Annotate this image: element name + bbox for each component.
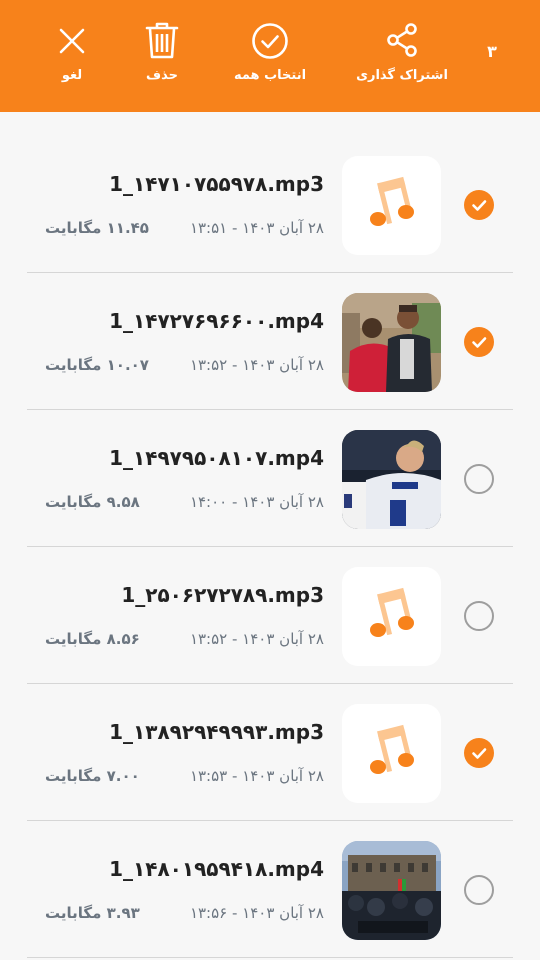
file-name: 1_۱۳۸۹۲۹۴۹۹۹۳.mp3 (109, 720, 324, 744)
file-size: ۸.۵۶ مگابایت (45, 630, 140, 648)
checkmark-icon (472, 337, 487, 348)
file-thumbnail (342, 293, 441, 392)
check-circle-icon (252, 23, 288, 59)
file-row[interactable]: 1_۱۴۷۱۰۷۵۵۹۷۸.mp3 ۲۸ آبان ۱۴۰۳ - ۱۳:۵۱ ۱… (27, 136, 513, 273)
selection-checkbox[interactable] (464, 738, 494, 768)
selection-checkbox[interactable] (464, 190, 494, 220)
trash-icon (145, 22, 179, 59)
file-date: ۲۸ آبان ۱۴۰۳ - ۱۴:۰۰ (189, 493, 324, 511)
selection-checkbox[interactable] (464, 327, 494, 357)
select-all-button[interactable]: انتخاب همه (228, 20, 312, 92)
share-icon (387, 23, 417, 57)
file-list: 1_۱۴۷۱۰۷۵۵۹۷۸.mp3 ۲۸ آبان ۱۴۰۳ - ۱۳:۵۱ ۱… (27, 136, 513, 958)
file-name: 1_۲۵۰۶۲۷۲۷۸۹.mp3 (121, 583, 324, 607)
music-icon (370, 176, 414, 226)
file-thumbnail (342, 841, 441, 940)
file-name: 1_۱۴۸۰۱۹۵۹۴۱۸.mp4 (109, 857, 324, 881)
select-all-label: انتخاب همه (233, 68, 307, 83)
close-icon (59, 28, 85, 54)
selection-checkbox[interactable] (464, 875, 494, 905)
music-icon (370, 724, 414, 774)
file-date: ۲۸ آبان ۱۴۰۳ - ۱۳:۵۶ (189, 904, 324, 922)
video-thumbnail-image (342, 293, 441, 392)
file-thumbnail (342, 704, 441, 803)
share-label: اشتراک گذاری (356, 68, 448, 83)
file-size: ۳.۹۳ مگابایت (45, 904, 140, 922)
checkmark-icon (472, 200, 487, 211)
selection-checkbox[interactable] (464, 601, 494, 631)
file-thumbnail (342, 156, 441, 255)
selection-checkbox[interactable] (464, 464, 494, 494)
delete-button[interactable]: حذف (136, 20, 188, 92)
file-size: ۷.۰۰ مگابایت (45, 767, 140, 785)
file-size: ۱۰.۰۷ مگابایت (45, 356, 149, 374)
delete-label: حذف (146, 68, 178, 83)
file-row[interactable]: 1_۱۴۷۲۷۶۹۶۶۰۰.mp4 ۲۸ آبان ۱۴۰۳ - ۱۳:۵۲ ۱… (27, 273, 513, 410)
file-date: ۲۸ آبان ۱۴۰۳ - ۱۳:۵۲ (189, 630, 324, 648)
music-icon (370, 587, 414, 637)
file-date: ۲۸ آبان ۱۴۰۳ - ۱۳:۵۱ (189, 219, 324, 237)
selected-count: ۳ (487, 42, 497, 61)
file-row[interactable]: 1_۱۳۸۹۲۹۴۹۹۹۳.mp3 ۲۸ آبان ۱۴۰۳ - ۱۳:۵۳ ۷… (27, 684, 513, 821)
file-row[interactable]: 1_۱۴۸۰۱۹۵۹۴۱۸.mp4 ۲۸ آبان ۱۴۰۳ - ۱۳:۵۶ ۳… (27, 821, 513, 958)
checkmark-icon (472, 748, 487, 759)
file-date: ۲۸ آبان ۱۴۰۳ - ۱۳:۵۲ (189, 356, 324, 374)
video-thumbnail-image (342, 430, 441, 529)
file-name: 1_۱۴۹۷۹۵۰۸۱۰۷.mp4 (109, 446, 324, 470)
selection-toolbar: ۳ اشتراک گذاری انتخاب همه حذف لغو (0, 0, 540, 112)
file-date: ۲۸ آبان ۱۴۰۳ - ۱۳:۵۳ (189, 767, 324, 785)
file-thumbnail (342, 430, 441, 529)
video-thumbnail-image (342, 841, 441, 940)
file-row[interactable]: 1_۲۵۰۶۲۷۲۷۸۹.mp3 ۲۸ آبان ۱۴۰۳ - ۱۳:۵۲ ۸.… (27, 547, 513, 684)
file-size: ۱۱.۴۵ مگابایت (45, 219, 149, 237)
file-name: 1_۱۴۷۲۷۶۹۶۶۰۰.mp4 (109, 309, 324, 333)
file-thumbnail (342, 567, 441, 666)
file-row[interactable]: 1_۱۴۹۷۹۵۰۸۱۰۷.mp4 ۲۸ آبان ۱۴۰۳ - ۱۴:۰۰ ۹… (27, 410, 513, 547)
cancel-label: لغو (61, 68, 83, 83)
file-name: 1_۱۴۷۱۰۷۵۵۹۷۸.mp3 (109, 172, 324, 196)
cancel-button[interactable]: لغو (50, 20, 94, 92)
share-button[interactable]: اشتراک گذاری (355, 20, 449, 92)
file-size: ۹.۵۸ مگابایت (45, 493, 140, 511)
